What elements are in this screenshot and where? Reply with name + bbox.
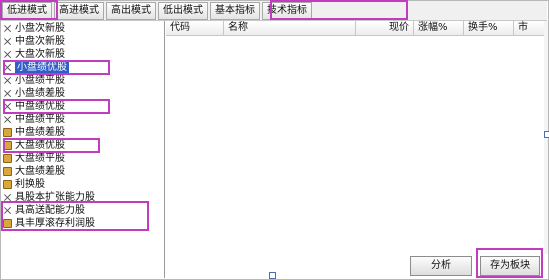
folder-icon xyxy=(3,180,12,189)
highlight-box xyxy=(270,0,408,20)
category-tree[interactable]: 小盘次新股 中盘次新股 大盘次新股 小盘绩优股 小盘绩平股 小盘绩差股 中盘绩优… xyxy=(1,21,165,278)
tree-item[interactable]: 小盘次新股 xyxy=(3,22,65,35)
highlight-box xyxy=(3,138,100,153)
x-icon xyxy=(3,50,12,59)
tab-low-out-mode[interactable]: 低出模式 xyxy=(158,2,208,20)
tree-item[interactable]: 中盘次新股 xyxy=(3,35,65,48)
tree-item[interactable]: 利换股 xyxy=(3,178,45,191)
column-header-name[interactable]: 名称 xyxy=(224,21,356,35)
analyze-button[interactable]: 分析 xyxy=(410,256,472,276)
tree-item[interactable]: 中盘绩平股 xyxy=(3,113,65,126)
highlight-box xyxy=(1,201,149,231)
x-icon xyxy=(3,115,12,124)
resize-handle[interactable] xyxy=(269,272,276,279)
column-header-code[interactable]: 代码 xyxy=(166,21,224,35)
table-header: 代码 名称 现价 涨幅% 换手% 市 xyxy=(166,21,544,36)
x-icon xyxy=(3,89,12,98)
column-header-turnover-pct[interactable]: 换手% xyxy=(464,21,514,35)
x-icon xyxy=(3,24,12,33)
tree-item[interactable]: 小盘绩平股 xyxy=(3,74,65,87)
x-icon xyxy=(3,37,12,46)
highlight-box xyxy=(3,60,110,75)
column-header-price[interactable]: 现价 xyxy=(356,21,414,35)
column-header-change-pct[interactable]: 涨幅% xyxy=(414,21,464,35)
tree-item[interactable]: 大盘绩平股 xyxy=(3,152,65,165)
highlight-box xyxy=(476,248,543,278)
highlight-box xyxy=(3,99,110,114)
folder-icon xyxy=(3,128,12,137)
folder-icon xyxy=(3,167,12,176)
stock-result-table[interactable]: 代码 名称 现价 涨幅% 换手% 市 xyxy=(166,21,544,254)
x-icon xyxy=(3,76,12,85)
column-header-market[interactable]: 市 xyxy=(514,21,544,35)
tab-high-out-mode[interactable]: 高出模式 xyxy=(106,2,156,20)
tab-high-in-mode[interactable]: 高进模式 xyxy=(54,2,104,20)
resize-handle[interactable] xyxy=(544,131,549,138)
tree-item[interactable]: 大盘绩差股 xyxy=(3,165,65,178)
highlight-box xyxy=(0,0,58,20)
folder-icon xyxy=(3,154,12,163)
tab-basic-indicators[interactable]: 基本指标 xyxy=(210,2,260,20)
